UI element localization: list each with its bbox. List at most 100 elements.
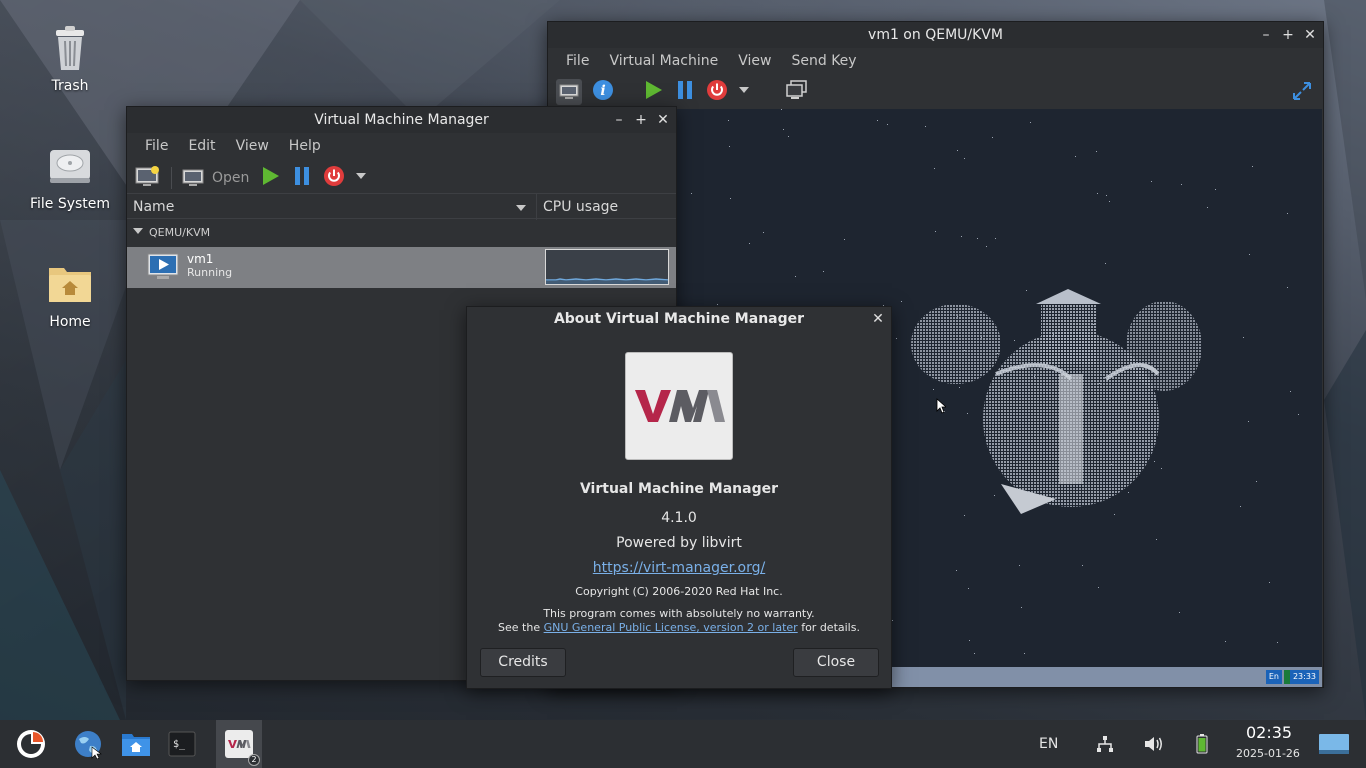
close-button[interactable]: Close (793, 648, 879, 677)
open-label: Open (212, 170, 250, 186)
menu-file[interactable]: File (556, 53, 599, 69)
pause-button[interactable] (674, 79, 696, 105)
minimize-icon[interactable]: – (1259, 22, 1273, 48)
sort-indicator-icon[interactable] (515, 202, 527, 217)
close-icon[interactable]: ✕ (1303, 22, 1317, 48)
vm-name: vm1 (187, 252, 214, 266)
guest-star (823, 271, 824, 272)
show-desktop-icon[interactable] (1318, 732, 1350, 760)
guest-star (844, 239, 845, 240)
run-button[interactable] (259, 165, 281, 191)
shutdown-button[interactable] (323, 165, 345, 191)
maximize-icon[interactable]: + (1281, 22, 1295, 48)
menu-view[interactable]: View (728, 53, 781, 69)
minimize-icon[interactable]: – (612, 107, 626, 133)
license-link[interactable]: GNU General Public License, version 2 or… (544, 621, 798, 634)
drive-icon (46, 142, 94, 190)
fullscreen-button[interactable] (1291, 80, 1313, 106)
menu-view[interactable]: View (226, 138, 279, 154)
shutdown-button[interactable] (706, 79, 728, 105)
vm-status: Running (187, 266, 233, 279)
svg-text:$_: $_ (173, 739, 186, 750)
pause-button[interactable] (291, 165, 313, 191)
svg-text:i: i (600, 83, 605, 99)
desktop-icon-file-system[interactable]: File System (20, 142, 120, 212)
details-info-button[interactable]: i (592, 79, 614, 105)
about-version: 4.1.0 (661, 510, 697, 526)
guest-star (1249, 254, 1250, 255)
website-link[interactable]: https://virt-manager.org/ (593, 560, 765, 576)
run-button[interactable] (642, 79, 664, 105)
desktop-icon-label: Trash (51, 78, 89, 94)
manager-titlebar[interactable]: Virtual Machine Manager – + ✕ (127, 107, 676, 133)
menu-help[interactable]: Help (279, 138, 331, 154)
connection-group-row[interactable]: QEMU/KVM (127, 220, 676, 246)
file-manager-launcher[interactable] (118, 726, 154, 762)
menu-send-key[interactable]: Send Key (781, 53, 866, 69)
guest-star (1151, 181, 1152, 182)
guest-star (717, 304, 718, 305)
guest-star (1106, 195, 1107, 196)
battery-icon[interactable] (1196, 734, 1208, 754)
column-header-name[interactable]: Name (133, 194, 174, 220)
home-folder-icon (122, 734, 150, 756)
new-vm-button[interactable] (135, 165, 161, 191)
license-suffix: for details. (801, 621, 860, 634)
about-titlebar[interactable]: About Virtual Machine Manager ✕ (467, 307, 891, 331)
guest-wallpaper-planet (911, 289, 1202, 514)
guest-star (749, 243, 750, 244)
guest-star (728, 120, 729, 121)
menu-edit[interactable]: Edit (178, 138, 225, 154)
about-powered-by: Powered by libvirt (616, 535, 742, 551)
expander-icon[interactable] (133, 220, 143, 246)
close-icon[interactable]: ✕ (656, 107, 670, 133)
clock-time[interactable]: 02:35 (1246, 723, 1292, 742)
clock-date[interactable]: 2025-01-26 (1236, 747, 1300, 760)
keyboard-layout-indicator[interactable]: EN (1039, 720, 1058, 768)
desktop-icon-trash[interactable]: Trash (20, 24, 120, 94)
web-browser-launcher[interactable] (70, 726, 106, 762)
power-icon (324, 166, 345, 186)
column-header-cpu[interactable]: CPU usage (543, 194, 618, 220)
virt-manager-task[interactable]: 2 (216, 720, 262, 768)
taskbar: $_ 2 EN 02:35 2025-01-26 (0, 720, 1366, 768)
network-icon[interactable] (1096, 735, 1114, 753)
console-view-button[interactable] (556, 79, 582, 105)
guest-star (1097, 193, 1098, 194)
credits-button[interactable]: Credits (480, 648, 566, 677)
desktop-icon-home[interactable]: Home (20, 260, 120, 330)
guest-star (1021, 607, 1022, 608)
guest-star (730, 198, 731, 199)
app-logo: VM (625, 352, 733, 460)
vm-list-header: Name CPU usage (127, 193, 676, 220)
guest-star (1024, 653, 1025, 654)
guest-star (1075, 156, 1076, 157)
guest-star (1298, 414, 1299, 415)
license-prefix: See the (498, 621, 541, 634)
guest-star (691, 193, 692, 194)
shutdown-menu-button[interactable] (738, 84, 750, 100)
terminal-icon: $_ (168, 731, 196, 757)
guest-star (961, 236, 962, 237)
menu-file[interactable]: File (135, 138, 178, 154)
guest-star (1256, 481, 1257, 482)
globe-icon (75, 731, 102, 759)
guest-star (969, 640, 970, 641)
close-icon[interactable]: ✕ (871, 307, 885, 331)
open-button[interactable]: Open (182, 169, 249, 187)
volume-icon[interactable] (1144, 735, 1164, 753)
maximize-icon[interactable]: + (634, 107, 648, 133)
vm-list-row[interactable]: vm1 Running (127, 247, 676, 288)
start-menu-button[interactable] (13, 726, 49, 762)
shutdown-menu-button[interactable] (355, 170, 367, 186)
vm-window-title: vm1 on QEMU/KVM (868, 27, 1003, 43)
menu-virtual-machine[interactable]: Virtual Machine (599, 53, 728, 69)
guest-star (934, 168, 935, 169)
new-vm-icon (135, 166, 159, 186)
guest-star (781, 109, 782, 110)
snapshots-button[interactable] (786, 80, 808, 104)
terminal-launcher[interactable]: $_ (164, 726, 200, 762)
about-dialog[interactable]: About Virtual Machine Manager ✕ VM Virtu… (466, 306, 892, 689)
manager-menubar: File Edit View Help (127, 133, 676, 159)
vm-window-titlebar[interactable]: vm1 on QEMU/KVM – + ✕ (548, 22, 1323, 48)
